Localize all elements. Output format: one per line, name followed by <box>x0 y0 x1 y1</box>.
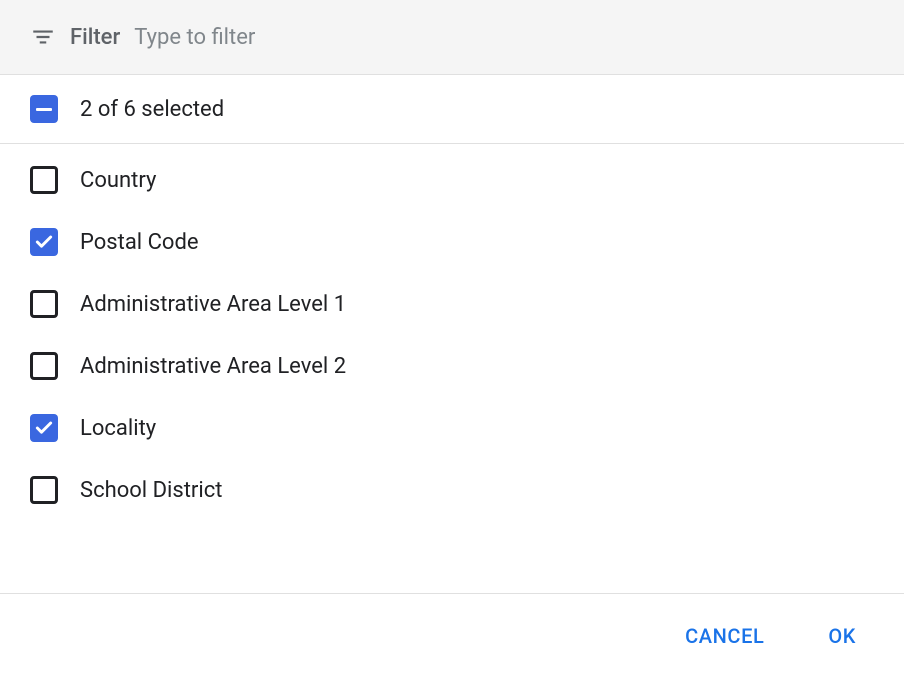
actions-bar: CANCEL OK <box>0 593 904 678</box>
checkbox-unchecked-icon[interactable] <box>30 290 58 318</box>
option-label: Administrative Area Level 1 <box>80 292 346 317</box>
checkbox-unchecked-icon[interactable] <box>30 166 58 194</box>
filter-placeholder: Type to filter <box>134 25 255 50</box>
option-school-district[interactable]: School District <box>30 476 874 504</box>
option-country[interactable]: Country <box>30 166 874 194</box>
options-list: Country Postal Code Administrative Area … <box>0 144 904 593</box>
option-admin-area-1[interactable]: Administrative Area Level 1 <box>30 290 874 318</box>
option-locality[interactable]: Locality <box>30 414 874 442</box>
option-label: School District <box>80 478 222 503</box>
checkbox-checked-icon[interactable] <box>30 228 58 256</box>
option-label: Country <box>80 168 156 193</box>
selection-summary-row[interactable]: 2 of 6 selected <box>0 75 904 144</box>
checkbox-unchecked-icon[interactable] <box>30 476 58 504</box>
option-label: Postal Code <box>80 230 199 255</box>
checkbox-checked-icon[interactable] <box>30 414 58 442</box>
option-label: Administrative Area Level 2 <box>80 354 346 379</box>
option-postal-code[interactable]: Postal Code <box>30 228 874 256</box>
filter-bar[interactable]: Filter Type to filter <box>0 0 904 75</box>
filter-icon <box>30 24 56 50</box>
cancel-button[interactable]: CANCEL <box>677 618 772 654</box>
checkbox-unchecked-icon[interactable] <box>30 352 58 380</box>
selection-summary-text: 2 of 6 selected <box>80 97 224 122</box>
filter-label: Filter <box>70 25 120 50</box>
ok-button[interactable]: OK <box>820 618 864 654</box>
option-label: Locality <box>80 416 156 441</box>
option-admin-area-2[interactable]: Administrative Area Level 2 <box>30 352 874 380</box>
indeterminate-checkbox-icon[interactable] <box>30 95 58 123</box>
